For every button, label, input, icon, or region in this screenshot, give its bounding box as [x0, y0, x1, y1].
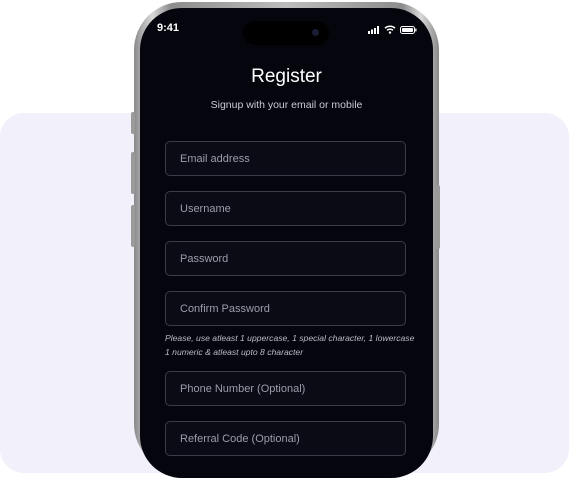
password-placeholder: Password [180, 253, 229, 265]
page-subtitle: Signup with your email or mobile [210, 99, 363, 111]
phone-screen: 9:41 Register Signup with your email or … [140, 8, 433, 478]
phone-number-field[interactable]: Phone Number (Optional) [165, 371, 406, 406]
volume-up-button [131, 152, 135, 194]
email-placeholder: Email address [180, 153, 250, 165]
battery-icon [400, 25, 417, 34]
confirm-password-field[interactable]: Confirm Password [165, 291, 406, 326]
status-icons [368, 25, 417, 34]
username-placeholder: Username [180, 203, 231, 215]
referral-code-field[interactable]: Referral Code (Optional) [165, 421, 406, 456]
status-time: 9:41 [157, 22, 180, 34]
password-field[interactable]: Password [165, 241, 406, 276]
email-field[interactable]: Email address [165, 141, 406, 176]
phone-number-placeholder: Phone Number (Optional) [180, 383, 306, 395]
wifi-icon [384, 25, 396, 34]
page-title: Register [251, 66, 322, 87]
volume-down-button [131, 205, 135, 247]
password-hint: Please, use atleast 1 uppercase, 1 speci… [165, 333, 415, 357]
referral-code-placeholder: Referral Code (Optional) [180, 433, 300, 445]
camera-icon [312, 29, 319, 36]
dynamic-island [243, 21, 329, 45]
confirm-password-placeholder: Confirm Password [180, 303, 270, 315]
username-field[interactable]: Username [165, 191, 406, 226]
signal-icon [368, 25, 379, 34]
power-button [436, 185, 440, 249]
mute-switch [131, 112, 135, 134]
